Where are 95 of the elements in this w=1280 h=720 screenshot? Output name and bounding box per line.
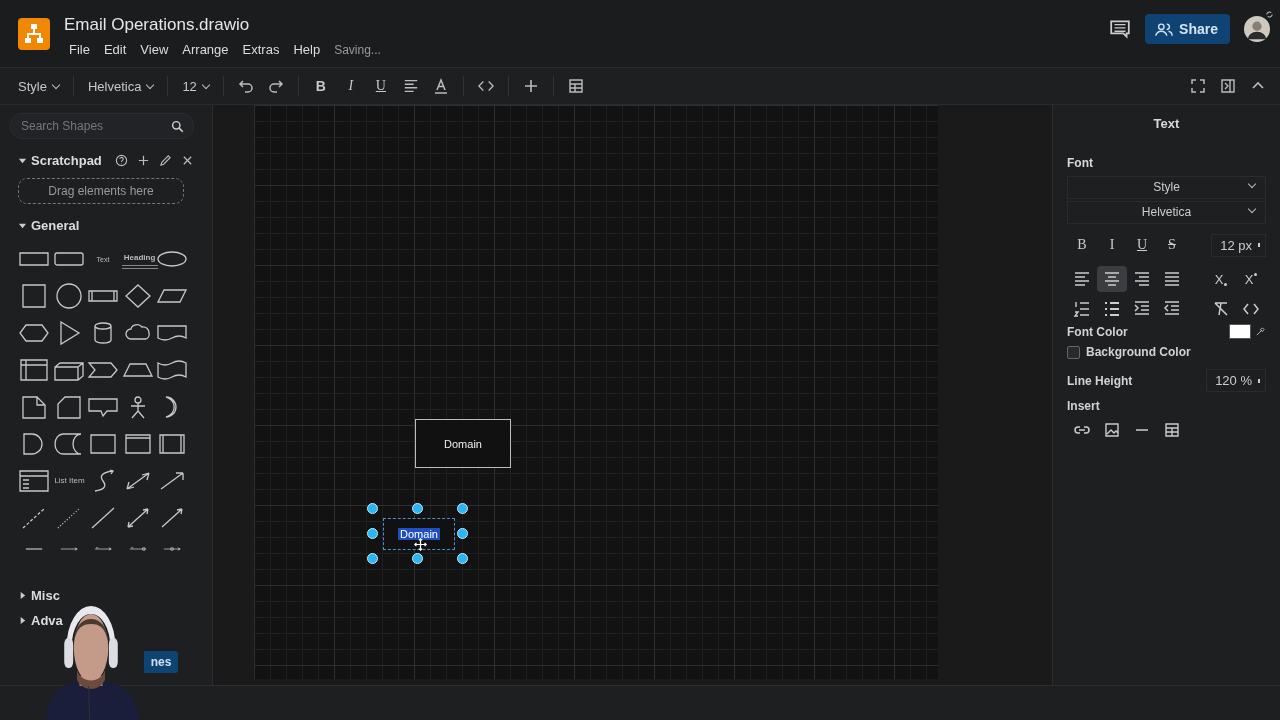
avatar-icon[interactable] [1244,16,1270,42]
align-justify-icon [1163,270,1181,288]
people-icon [1155,21,1174,37]
panel-toggle-icon[interactable] [1220,78,1236,94]
box-label: Domain [398,528,440,540]
font-dropdown[interactable]: Helvetica [87,78,154,94]
more-shapes-button[interactable]: nes [144,651,178,673]
format-button[interactable]: B [1067,232,1097,258]
tape-icon[interactable] [156,357,188,383]
close-icon[interactable] [181,154,194,167]
color-swatch[interactable] [1229,324,1251,339]
section-title[interactable]: Adva [31,613,63,628]
plus-icon[interactable] [522,78,539,94]
search-field[interactable]: Search Shapes [10,113,194,139]
format-button[interactable]: U [372,78,389,94]
line-height-field[interactable]: 120 % [1206,369,1266,392]
document-title[interactable]: Email Operations.drawio [64,15,381,35]
font-color-icon[interactable] [432,78,449,94]
format-button[interactable]: U [1127,232,1157,258]
section-title[interactable]: Scratchpad [31,153,102,168]
format-button[interactable]: S [1157,232,1187,258]
section-title[interactable]: Misc [31,588,60,603]
section-title[interactable]: General [31,218,80,233]
font-color-label: Font Color [1067,324,1128,339]
resize-handle[interactable] [457,553,468,564]
help-icon[interactable] [115,154,128,167]
expand-arrow-icon[interactable] [18,221,27,230]
expand-arrow-icon[interactable] [18,591,27,600]
format-button[interactable]: B [312,78,329,94]
align-button[interactable] [1097,266,1127,292]
list-icon[interactable] [18,468,50,494]
resize-handle[interactable] [367,503,378,514]
redo-icon[interactable] [267,78,284,94]
resize-handle[interactable] [412,503,423,514]
numbered-list-icon[interactable] [1073,300,1091,318]
code-icon[interactable] [477,78,494,94]
share-button[interactable]: Share [1145,14,1230,44]
align-icon[interactable] [402,78,419,94]
panel-tab[interactable]: Text [1067,116,1266,131]
list-item-shape[interactable]: List Item [52,468,87,494]
undo-icon[interactable] [237,78,254,94]
app-logo [18,18,50,50]
save-status: Saving... [334,43,381,57]
indent-icon[interactable] [1133,300,1151,318]
resize-handle[interactable] [367,528,378,539]
style-select[interactable]: Style [1067,176,1266,199]
comment-icon[interactable] [1109,18,1132,40]
diagram-box[interactable]: Domain [383,518,455,550]
line-height-label: Line Height [1067,373,1133,388]
box-label: Domain [443,437,483,450]
table-icon[interactable] [567,78,584,94]
align-right-icon [1133,270,1151,288]
plus-icon[interactable] [137,154,150,167]
font-select[interactable]: Helvetica [1067,201,1266,224]
resize-handle[interactable] [457,528,468,539]
style-dropdown[interactable]: Style [18,78,59,94]
menu-item[interactable]: Edit [103,42,127,57]
font-size-field[interactable]: 12 px [1211,233,1266,257]
eyedropper-icon[interactable] [1255,326,1266,337]
background-color-label: Background Color [1086,345,1191,359]
move-cursor-icon [414,538,427,551]
internal-storage-icon[interactable] [18,357,50,383]
menu-item[interactable]: File [69,42,90,57]
expand-arrow-icon[interactable] [18,156,27,165]
menu-item[interactable]: View [140,42,169,57]
menu-item[interactable]: Arrange [182,42,229,57]
insert-label: Insert [1067,399,1101,413]
align-center-icon [1103,270,1121,288]
table-icon[interactable] [1163,421,1181,439]
scratchpad-drop-area: Drag elements here [18,178,184,204]
resize-handle[interactable] [412,553,423,564]
fullscreen-icon[interactable] [1190,78,1206,94]
checkbox[interactable] [1067,345,1080,359]
script-button[interactable]: X [1236,266,1266,292]
script-button[interactable]: X [1206,266,1236,292]
container-icon[interactable] [156,431,188,457]
sync-icon [1265,10,1274,19]
image-icon[interactable] [1103,421,1121,439]
expand-arrow-icon[interactable] [18,616,27,625]
clear-format-icon[interactable] [1212,300,1230,318]
align-left-icon [1073,270,1091,288]
square-icon[interactable] [87,431,119,457]
menu-item[interactable]: Help [293,42,321,57]
format-button[interactable]: I [1097,232,1127,258]
resize-handle[interactable] [367,553,378,564]
diagram-box[interactable]: Domain [415,419,511,468]
menu-item[interactable]: Extras [242,42,280,57]
font-size-dropdown[interactable]: 12 [182,78,209,94]
section-label: Font [1067,156,1094,170]
bullet-list-icon[interactable] [1103,300,1121,318]
resize-handle[interactable] [457,503,468,514]
pencil-icon[interactable] [159,154,172,167]
search-icon [171,120,184,133]
format-button[interactable]: I [342,78,359,94]
outdent-icon[interactable] [1163,300,1181,318]
